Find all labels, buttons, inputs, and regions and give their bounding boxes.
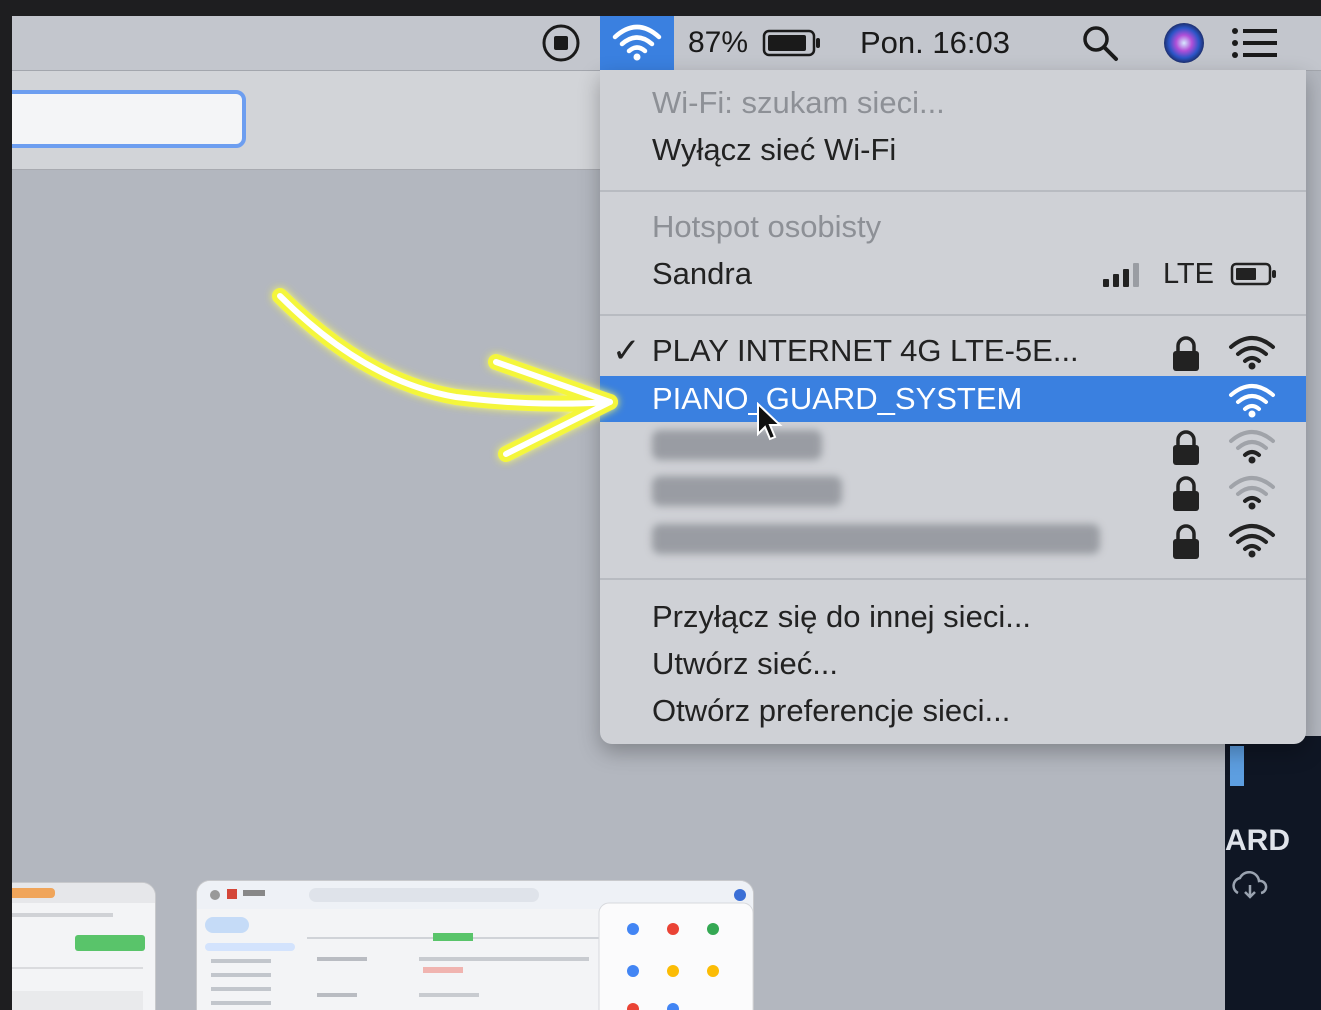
- siri-icon[interactable]: [1162, 16, 1206, 70]
- network-type-label: LTE: [1162, 257, 1214, 290]
- network-item-connected[interactable]: ✓ PLAY INTERNET 4G LTE-5E...: [600, 328, 1306, 374]
- lock-icon: [1173, 524, 1199, 559]
- open-network-preferences-item[interactable]: Otwórz preferencje sieci...: [600, 688, 1306, 734]
- desktop-screen: ARD 87% Pon. 16:03 Wi-Fi: szukam sieci..…: [12, 16, 1321, 1010]
- lock-icon: [1173, 476, 1199, 511]
- blurred-network-name: [652, 430, 822, 460]
- address-bar[interactable]: [12, 90, 246, 148]
- join-other-label: Przyłącz się do innej sieci...: [652, 599, 1032, 634]
- lock-icon: [1173, 430, 1199, 465]
- wifi-signal-icon: [1229, 430, 1275, 464]
- wifi-signal-icon: [1229, 476, 1275, 510]
- cloud-icon: [1230, 871, 1270, 908]
- network-item-blurred[interactable]: [600, 468, 1306, 514]
- separator: [600, 578, 1306, 580]
- control-center-icon[interactable]: [1230, 16, 1280, 70]
- cellular-signal-icon: [1102, 263, 1139, 287]
- menu-bar: 87% Pon. 16:03: [12, 16, 1321, 71]
- screen-record-icon[interactable]: [540, 16, 582, 70]
- lock-icon: [1173, 336, 1199, 371]
- wifi-status-label: Wi-Fi: szukam sieci...: [652, 85, 945, 120]
- menubar-clock[interactable]: Pon. 16:03: [860, 16, 1010, 70]
- search-icon[interactable]: [1080, 16, 1120, 70]
- wifi-menu-button[interactable]: [600, 16, 674, 70]
- wifi-status: Wi-Fi: szukam sieci...: [600, 80, 1306, 126]
- network-name: PLAY INTERNET 4G LTE-5E...: [652, 333, 1079, 368]
- open-preferences-label: Otwórz preferencje sieci...: [652, 693, 1011, 728]
- create-network-label: Utwórz sieć...: [652, 646, 839, 681]
- gmail-thumbnail[interactable]: [196, 880, 754, 1010]
- join-other-network-item[interactable]: Przyłącz się do innej sieci...: [600, 594, 1306, 640]
- app-thumbnail[interactable]: [12, 882, 156, 1010]
- wifi-signal-icon: [1229, 384, 1275, 418]
- battery-percentage: 87%: [688, 26, 749, 59]
- thumbnail-preview: [12, 883, 155, 1010]
- hotspot-header-label: Hotspot osobisty: [652, 209, 882, 244]
- network-item-blurred[interactable]: [600, 516, 1306, 562]
- highlight-arrow-icon: [272, 288, 618, 462]
- battery-icon[interactable]: [762, 16, 822, 70]
- create-network-item[interactable]: Utwórz sieć...: [600, 641, 1306, 687]
- wifi-signal-icon: [1229, 524, 1275, 558]
- panel-accent: [1230, 746, 1244, 786]
- turn-off-wifi-item[interactable]: Wyłącz sieć Wi-Fi: [600, 127, 1306, 173]
- thumbnail-preview: [197, 881, 753, 1010]
- network-item-blurred[interactable]: [600, 422, 1306, 468]
- hotspot-sandra-item[interactable]: Sandra LTE: [600, 251, 1306, 297]
- wifi-dropdown-menu: Wi-Fi: szukam sieci... Wyłącz sieć Wi-Fi…: [600, 70, 1306, 744]
- hotspot-device-label: Sandra: [652, 256, 752, 291]
- blurred-network-name: [652, 476, 842, 506]
- hotspot-battery-icon: [1230, 262, 1276, 286]
- separator: [600, 314, 1306, 316]
- panel-text: ARD: [1225, 824, 1290, 857]
- blurred-network-name: [652, 524, 1100, 554]
- separator: [600, 190, 1306, 192]
- network-item-highlighted[interactable]: PIANO_GUARD_SYSTEM: [600, 376, 1306, 422]
- frame-edge: [0, 0, 12, 1010]
- wifi-icon: [612, 24, 662, 61]
- hotspot-header: Hotspot osobisty: [600, 204, 1306, 250]
- turn-off-wifi-label: Wyłącz sieć Wi-Fi: [652, 132, 897, 167]
- mouse-cursor-icon: [757, 402, 783, 441]
- network-name: PIANO_GUARD_SYSTEM: [652, 381, 1023, 416]
- wifi-signal-icon: [1229, 336, 1275, 370]
- frame-edge: [0, 0, 1321, 16]
